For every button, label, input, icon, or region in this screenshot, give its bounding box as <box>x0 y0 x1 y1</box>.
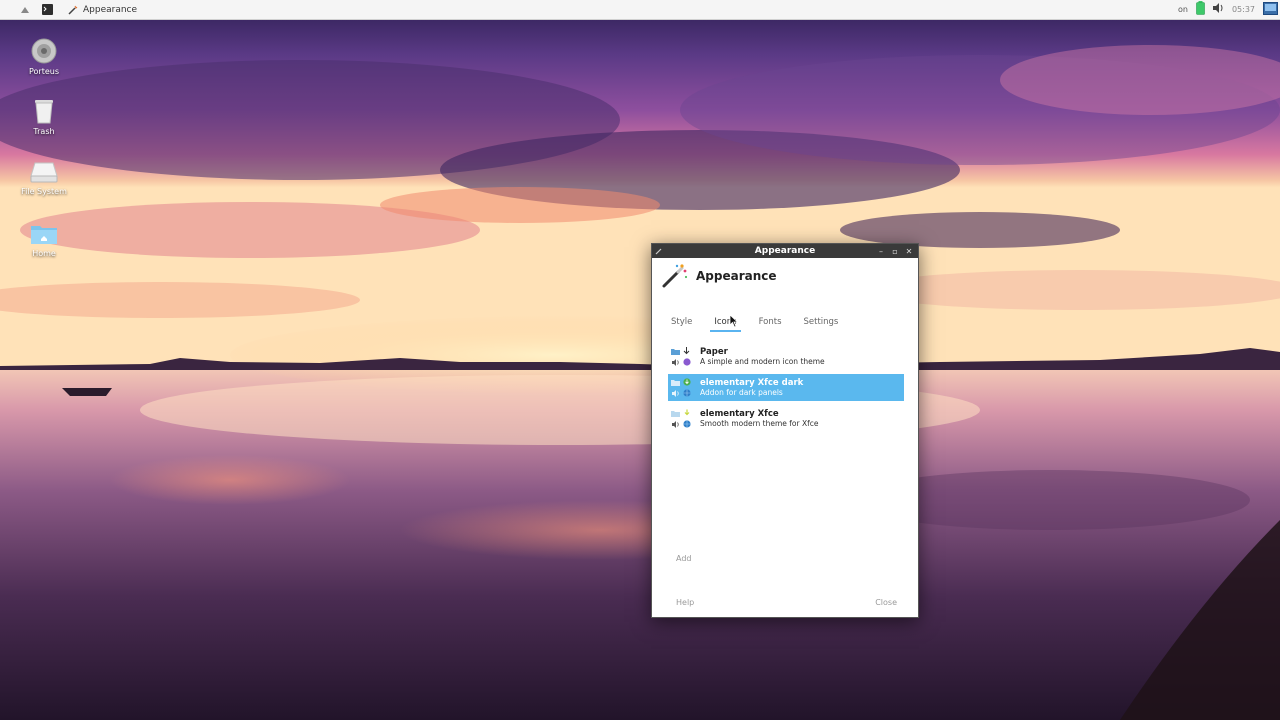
theme-name: Paper <box>700 346 728 357</box>
download-icon <box>681 408 692 419</box>
show-desktop-icon[interactable] <box>1263 1 1278 18</box>
theme-description: Smooth modern theme for Xfce <box>700 418 819 428</box>
dialog-header: Appearance <box>652 258 918 294</box>
window-titlebar[interactable]: Appearance – ▫ ✕ <box>652 244 918 258</box>
list-item-paper[interactable]: Paper A simple and modern icon theme <box>668 343 904 370</box>
tab-style[interactable]: Style <box>671 313 692 331</box>
folder-icon <box>670 377 681 388</box>
theme-name: elementary Xfce dark <box>700 377 804 388</box>
icon-theme-list: Paper A simple and modern icon theme ele… <box>668 343 904 432</box>
download-icon <box>681 346 692 357</box>
terminal-icon <box>41 4 53 15</box>
drive-icon <box>30 162 58 183</box>
desktop-icon-file-system[interactable]: File System <box>9 160 79 196</box>
close-button[interactable]: Close <box>875 598 897 607</box>
download-icon <box>681 377 692 388</box>
browser-icon <box>681 419 692 430</box>
theme-description: Addon for dark panels <box>700 387 783 397</box>
desktop-icon-home[interactable]: Home <box>9 222 79 258</box>
taskbar-item-appearance[interactable]: Appearance <box>64 0 141 20</box>
list-item-elementary-xfce-dark[interactable]: elementary Xfce dark Addon for dark pane… <box>668 374 904 401</box>
add-button[interactable]: Add <box>676 554 692 563</box>
mouse-pointer-icon <box>729 314 739 328</box>
applications-menu-button[interactable] <box>16 0 34 20</box>
theme-preview <box>670 408 694 430</box>
theme-preview <box>670 346 694 368</box>
speaker-icon <box>670 419 681 430</box>
app-menu-icon <box>21 6 29 13</box>
theme-description: A simple and modern icon theme <box>700 356 825 366</box>
maximize-icon[interactable]: ▫ <box>891 247 899 256</box>
terminal-launcher-button[interactable] <box>40 0 54 20</box>
taskbar-item-label: Appearance <box>83 4 138 15</box>
tab-fonts[interactable]: Fonts <box>759 313 782 331</box>
help-button[interactable]: Help <box>676 598 694 607</box>
appearance-dialog: Appearance – ▫ ✕ Appearance Style Icons … <box>651 243 919 618</box>
trash-icon <box>35 100 53 124</box>
disc-icon <box>31 38 57 64</box>
appearance-icon <box>68 5 78 15</box>
appearance-icon <box>662 264 688 288</box>
dialog-heading: Appearance <box>696 269 777 283</box>
volume-icon[interactable] <box>1212 3 1224 16</box>
desktop-wallpaper <box>0 0 1280 720</box>
theme-name: elementary Xfce <box>700 408 779 419</box>
desktop-icon-trash[interactable]: Trash <box>9 98 79 136</box>
speaker-icon <box>670 388 681 399</box>
top-panel: Appearance on 05:37 <box>0 0 1280 20</box>
list-item-elementary-xfce[interactable]: elementary Xfce Smooth modern theme for … <box>668 405 904 432</box>
browser-icon <box>681 388 692 399</box>
desktop-icon-porteus[interactable]: Porteus <box>9 38 79 76</box>
desktop-icon-label: File System <box>21 187 67 196</box>
tab-bar: Style Icons Fonts Settings <box>652 313 918 332</box>
browser-icon <box>681 357 692 368</box>
folder-icon <box>670 408 681 419</box>
speaker-icon <box>670 357 681 368</box>
desktop-icon-label: Home <box>32 249 56 258</box>
close-icon[interactable]: ✕ <box>905 247 913 256</box>
home-folder-icon <box>31 226 57 244</box>
desktop-icon-label: Trash <box>33 127 55 136</box>
tab-settings[interactable]: Settings <box>804 313 839 331</box>
network-indicator[interactable]: on <box>1178 5 1188 14</box>
theme-preview <box>670 377 694 399</box>
clock[interactable]: 05:37 <box>1232 5 1255 14</box>
battery-icon[interactable] <box>1196 1 1205 18</box>
minimize-icon[interactable]: – <box>877 247 885 256</box>
desktop-icon-label: Porteus <box>28 67 60 76</box>
folder-icon <box>670 346 681 357</box>
